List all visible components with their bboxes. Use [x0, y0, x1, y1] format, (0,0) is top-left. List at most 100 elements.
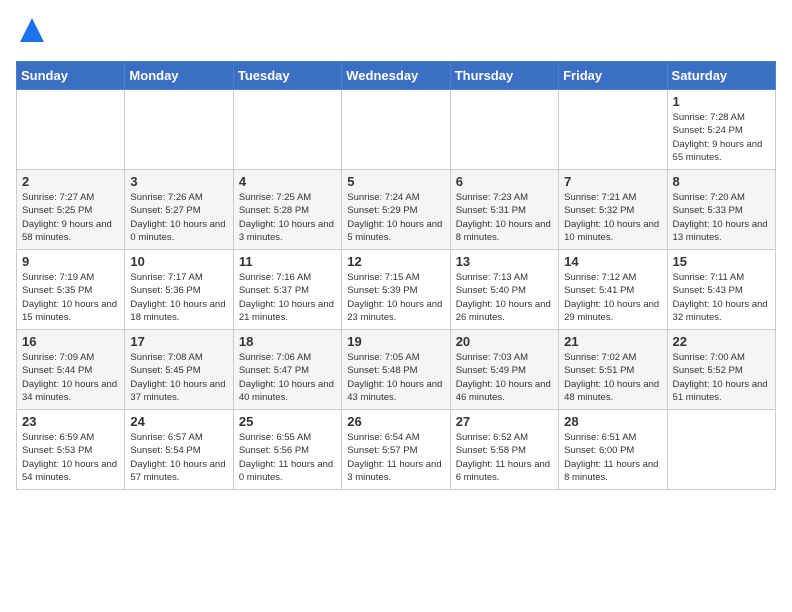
page-header	[16, 16, 776, 49]
calendar-cell: 9 Sunrise: 7:19 AM Sunset: 5:35 PM Daylig…	[17, 250, 125, 330]
day-info: Sunrise: 7:17 AM Sunset: 5:36 PM Dayligh…	[130, 271, 227, 324]
day-info: Sunrise: 7:02 AM Sunset: 5:51 PM Dayligh…	[564, 351, 661, 404]
calendar-cell: 12 Sunrise: 7:15 AM Sunset: 5:39 PM Dayli…	[342, 250, 450, 330]
day-number: 16	[22, 334, 119, 349]
day-number: 20	[456, 334, 553, 349]
calendar-cell	[667, 410, 775, 490]
day-info: Sunrise: 7:05 AM Sunset: 5:48 PM Dayligh…	[347, 351, 444, 404]
calendar-cell	[17, 90, 125, 170]
day-number: 11	[239, 254, 336, 269]
day-number: 19	[347, 334, 444, 349]
day-number: 13	[456, 254, 553, 269]
day-number: 14	[564, 254, 661, 269]
calendar-week-row: 2Sunrise: 7:27 AM Sunset: 5:25 PM Daylig…	[17, 170, 776, 250]
calendar-cell	[233, 90, 341, 170]
day-info: Sunrise: 7:06 AM Sunset: 5:47 PM Dayligh…	[239, 351, 336, 404]
day-number: 6	[456, 174, 553, 189]
day-info: Sunrise: 7:11 AM Sunset: 5:43 PM Dayligh…	[673, 271, 770, 324]
calendar-cell: 15 Sunrise: 7:11 AM Sunset: 5:43 PM Dayli…	[667, 250, 775, 330]
day-number: 10	[130, 254, 227, 269]
day-number: 27	[456, 414, 553, 429]
day-number: 21	[564, 334, 661, 349]
calendar-cell: 7Sunrise: 7:21 AM Sunset: 5:32 PM Daylig…	[559, 170, 667, 250]
day-number: 23	[22, 414, 119, 429]
day-number: 26	[347, 414, 444, 429]
calendar-table: SundayMondayTuesdayWednesdayThursdayFrid…	[16, 61, 776, 490]
calendar-cell: 5 Sunrise: 7:24 AM Sunset: 5:29 PM Daylig…	[342, 170, 450, 250]
day-info: Sunrise: 7:15 AM Sunset: 5:39 PM Dayligh…	[347, 271, 444, 324]
calendar-cell: 1 Sunrise: 7:28 AM Sunset: 5:24 PM Daylig…	[667, 90, 775, 170]
calendar-cell: 17 Sunrise: 7:08 AM Sunset: 5:45 PM Dayli…	[125, 330, 233, 410]
day-info: Sunrise: 7:08 AM Sunset: 5:45 PM Dayligh…	[130, 351, 227, 404]
day-info: Sunrise: 6:52 AM Sunset: 5:58 PM Dayligh…	[456, 431, 553, 484]
day-number: 9	[22, 254, 119, 269]
day-info: Sunrise: 7:12 AM Sunset: 5:41 PM Dayligh…	[564, 271, 661, 324]
calendar-cell: 20 Sunrise: 7:03 AM Sunset: 5:49 PM Dayli…	[450, 330, 558, 410]
calendar-cell: 6Sunrise: 7:23 AM Sunset: 5:31 PM Daylig…	[450, 170, 558, 250]
calendar-cell: 28 Sunrise: 6:51 AM Sunset: 6:00 PM Dayli…	[559, 410, 667, 490]
calendar-cell: 23 Sunrise: 6:59 AM Sunset: 5:53 PM Dayli…	[17, 410, 125, 490]
column-header-wednesday: Wednesday	[342, 62, 450, 90]
day-info: Sunrise: 7:28 AM Sunset: 5:24 PM Dayligh…	[673, 111, 770, 164]
day-info: Sunrise: 7:00 AM Sunset: 5:52 PM Dayligh…	[673, 351, 770, 404]
day-number: 7	[564, 174, 661, 189]
day-info: Sunrise: 6:54 AM Sunset: 5:57 PM Dayligh…	[347, 431, 444, 484]
calendar-cell: 19 Sunrise: 7:05 AM Sunset: 5:48 PM Dayli…	[342, 330, 450, 410]
calendar-cell: 26 Sunrise: 6:54 AM Sunset: 5:57 PM Dayli…	[342, 410, 450, 490]
day-number: 1	[673, 94, 770, 109]
day-info: Sunrise: 7:20 AM Sunset: 5:33 PM Dayligh…	[673, 191, 770, 244]
calendar-week-row: 23 Sunrise: 6:59 AM Sunset: 5:53 PM Dayli…	[17, 410, 776, 490]
day-info: Sunrise: 7:26 AM Sunset: 5:27 PM Dayligh…	[130, 191, 227, 244]
day-number: 8	[673, 174, 770, 189]
day-info: Sunrise: 7:19 AM Sunset: 5:35 PM Dayligh…	[22, 271, 119, 324]
logo-text	[16, 16, 46, 49]
calendar-cell	[450, 90, 558, 170]
day-number: 25	[239, 414, 336, 429]
calendar-cell: 13 Sunrise: 7:13 AM Sunset: 5:40 PM Dayli…	[450, 250, 558, 330]
calendar-week-row: 9 Sunrise: 7:19 AM Sunset: 5:35 PM Daylig…	[17, 250, 776, 330]
logo	[16, 16, 46, 49]
calendar-cell: 2Sunrise: 7:27 AM Sunset: 5:25 PM Daylig…	[17, 170, 125, 250]
day-number: 4	[239, 174, 336, 189]
day-number: 5	[347, 174, 444, 189]
calendar-week-row: 16 Sunrise: 7:09 AM Sunset: 5:44 PM Dayli…	[17, 330, 776, 410]
day-number: 17	[130, 334, 227, 349]
calendar-cell: 18Sunrise: 7:06 AM Sunset: 5:47 PM Dayli…	[233, 330, 341, 410]
day-info: Sunrise: 7:16 AM Sunset: 5:37 PM Dayligh…	[239, 271, 336, 324]
column-header-monday: Monday	[125, 62, 233, 90]
calendar-cell: 22Sunrise: 7:00 AM Sunset: 5:52 PM Dayli…	[667, 330, 775, 410]
day-info: Sunrise: 7:25 AM Sunset: 5:28 PM Dayligh…	[239, 191, 336, 244]
calendar-cell	[559, 90, 667, 170]
calendar-cell: 24 Sunrise: 6:57 AM Sunset: 5:54 PM Dayli…	[125, 410, 233, 490]
day-number: 15	[673, 254, 770, 269]
day-number: 2	[22, 174, 119, 189]
day-info: Sunrise: 7:09 AM Sunset: 5:44 PM Dayligh…	[22, 351, 119, 404]
column-header-friday: Friday	[559, 62, 667, 90]
calendar-cell: 3 Sunrise: 7:26 AM Sunset: 5:27 PM Daylig…	[125, 170, 233, 250]
day-info: Sunrise: 6:51 AM Sunset: 6:00 PM Dayligh…	[564, 431, 661, 484]
calendar-cell: 16 Sunrise: 7:09 AM Sunset: 5:44 PM Dayli…	[17, 330, 125, 410]
column-header-sunday: Sunday	[17, 62, 125, 90]
day-info: Sunrise: 7:24 AM Sunset: 5:29 PM Dayligh…	[347, 191, 444, 244]
calendar-header-row: SundayMondayTuesdayWednesdayThursdayFrid…	[17, 62, 776, 90]
day-info: Sunrise: 7:03 AM Sunset: 5:49 PM Dayligh…	[456, 351, 553, 404]
day-info: Sunrise: 6:55 AM Sunset: 5:56 PM Dayligh…	[239, 431, 336, 484]
calendar-cell: 27 Sunrise: 6:52 AM Sunset: 5:58 PM Dayli…	[450, 410, 558, 490]
calendar-cell	[342, 90, 450, 170]
calendar-cell: 25 Sunrise: 6:55 AM Sunset: 5:56 PM Dayli…	[233, 410, 341, 490]
column-header-thursday: Thursday	[450, 62, 558, 90]
day-info: Sunrise: 6:59 AM Sunset: 5:53 PM Dayligh…	[22, 431, 119, 484]
calendar-cell: 11 Sunrise: 7:16 AM Sunset: 5:37 PM Dayli…	[233, 250, 341, 330]
day-number: 3	[130, 174, 227, 189]
day-info: Sunrise: 6:57 AM Sunset: 5:54 PM Dayligh…	[130, 431, 227, 484]
day-number: 28	[564, 414, 661, 429]
calendar-week-row: 1 Sunrise: 7:28 AM Sunset: 5:24 PM Daylig…	[17, 90, 776, 170]
day-number: 24	[130, 414, 227, 429]
calendar-cell: 21 Sunrise: 7:02 AM Sunset: 5:51 PM Dayli…	[559, 330, 667, 410]
column-header-tuesday: Tuesday	[233, 62, 341, 90]
calendar-cell: 14 Sunrise: 7:12 AM Sunset: 5:41 PM Dayli…	[559, 250, 667, 330]
calendar-cell: 10 Sunrise: 7:17 AM Sunset: 5:36 PM Dayli…	[125, 250, 233, 330]
day-number: 12	[347, 254, 444, 269]
day-info: Sunrise: 7:13 AM Sunset: 5:40 PM Dayligh…	[456, 271, 553, 324]
calendar-cell: 8 Sunrise: 7:20 AM Sunset: 5:33 PM Daylig…	[667, 170, 775, 250]
